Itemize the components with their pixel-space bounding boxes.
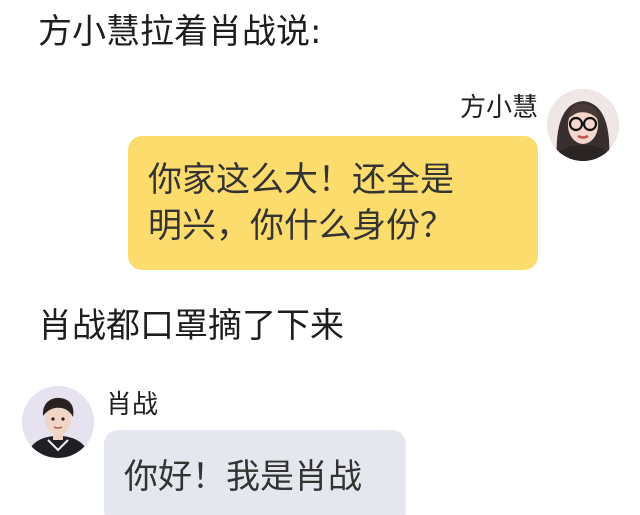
narration-text: 方小慧拉着肖战说: [38, 12, 322, 52]
message-text-line: 你家这么大！还全是 [148, 160, 454, 200]
sender-name: 肖战 [106, 390, 159, 420]
chat-bubble-incoming-right: 你家这么大！还全是 明兴，你什么身份？ [128, 136, 538, 270]
message-text: 你好！我是肖战 [124, 457, 362, 497]
message-text-line: 明兴，你什么身份？ [148, 206, 454, 246]
chat-bubble-incoming-left: 你好！我是肖战 [104, 430, 406, 515]
woman-with-glasses-avatar-icon[interactable] [547, 89, 619, 161]
man-avatar-icon[interactable] [22, 386, 94, 458]
sender-name: 方小慧 [459, 93, 538, 123]
narration-text: 肖战都口罩摘了下来 [38, 306, 344, 346]
